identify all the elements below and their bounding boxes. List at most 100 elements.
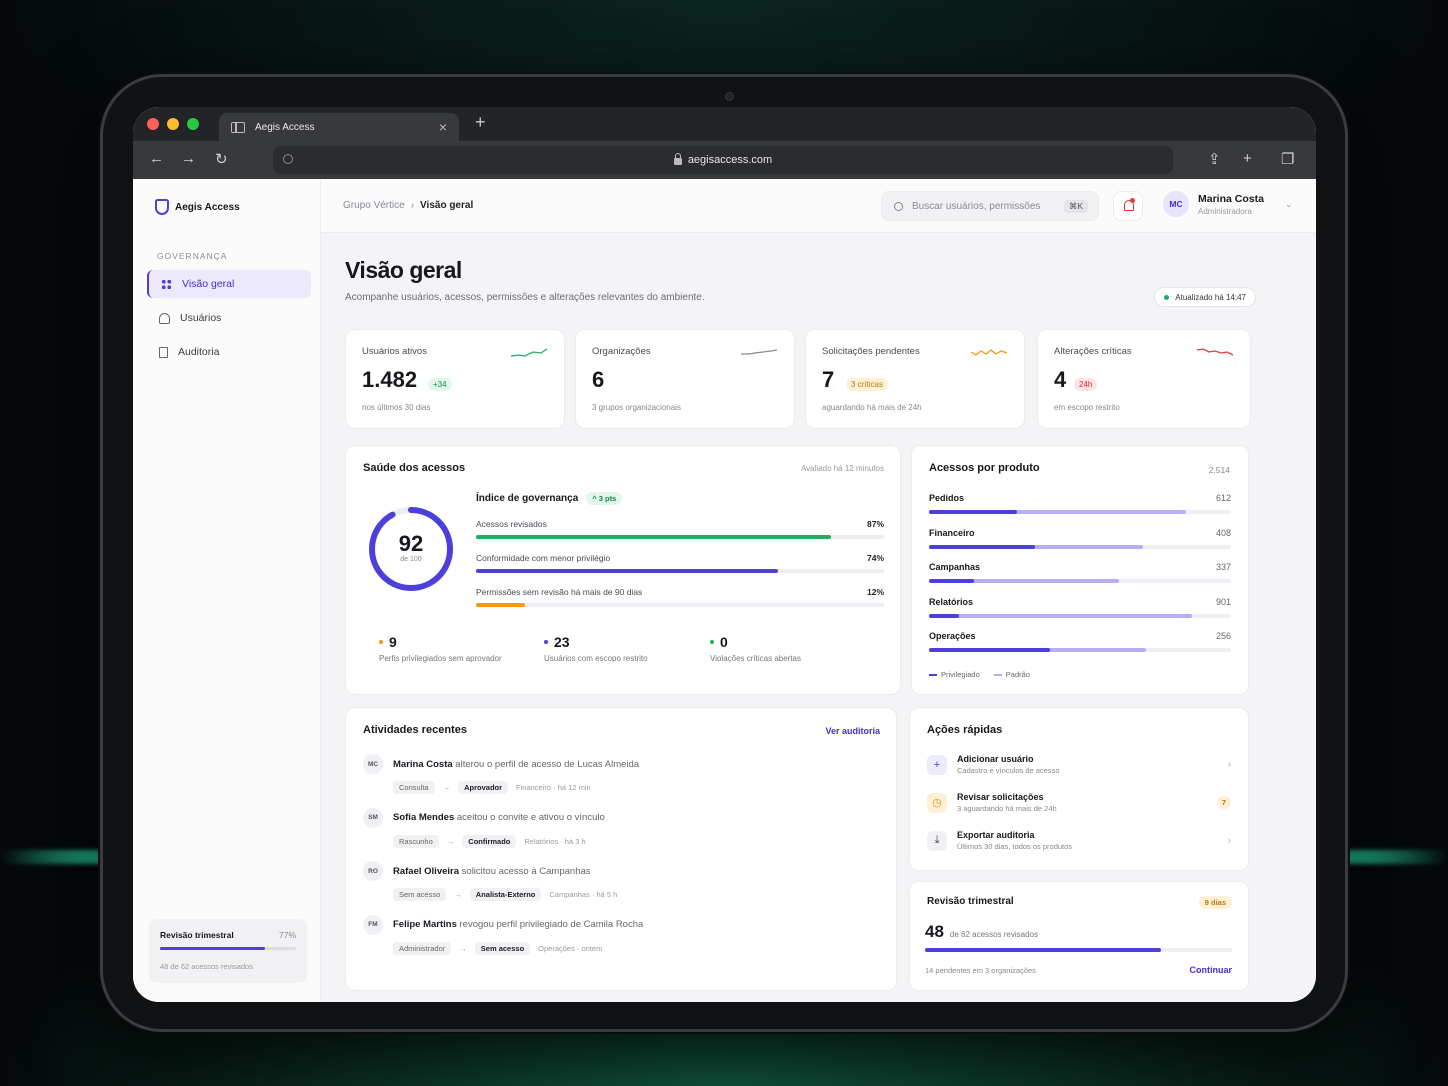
- product-row[interactable]: Relatórios 901: [929, 597, 1231, 618]
- close-tab-icon[interactable]: ×: [439, 119, 447, 135]
- download-icon: ⤓: [927, 830, 947, 851]
- kpi-card[interactable]: Solicitações pendentes 7 aguardando há m…: [805, 329, 1025, 429]
- evaluated-time: Avaliado há 12 minutos: [800, 464, 884, 473]
- breadcrumb: Grupo Vértice › Visão geral: [343, 200, 473, 211]
- privileged-bar: [929, 510, 1017, 514]
- kpi-value: 6: [592, 367, 605, 392]
- product-bar: [929, 544, 1231, 549]
- card-title: Ações rápidas: [927, 724, 1003, 736]
- avatar: FM: [363, 914, 383, 935]
- legend-item: Privilegiado: [929, 670, 980, 679]
- view-audit-link[interactable]: Ver auditoria: [825, 726, 880, 736]
- product-name: Financeiro: [929, 527, 975, 538]
- browser-nav-bar: ← → ↻ aegisaccess.com ⇪ + ❐: [133, 141, 1316, 179]
- kpi-sub: em escopo restrito: [1054, 403, 1120, 412]
- quick-actions-card: Ações rápidas + Adicionar usuário Cadastr…: [909, 707, 1249, 871]
- governance-score: 92: [398, 531, 424, 556]
- governance-score-of: de 100: [400, 556, 422, 563]
- maximize-window-button[interactable]: [187, 118, 199, 130]
- activity-item[interactable]: SM Sofia Mendes aceitou o convite e ativo…: [363, 807, 883, 848]
- kpi-card[interactable]: Organizações 6 3 grupos organizacionais: [575, 329, 795, 429]
- tablet-frame: Aegis Access × + ← → ↻ aegisaccess.com ⇪…: [100, 74, 1348, 1032]
- sidebar-item-users[interactable]: Usuários: [147, 304, 311, 332]
- product-bar: [929, 613, 1231, 618]
- page-subtitle: Acompanhe usuários, acessos, permissões …: [345, 292, 705, 303]
- activity-user: Rafael Oliveira: [393, 865, 460, 877]
- sidebar-item-label: Usuários: [180, 312, 222, 324]
- product-name: Operações: [929, 631, 976, 641]
- user-name: Marina Costa: [1198, 192, 1264, 205]
- sidebar-section-title: GOVERNANÇA: [157, 251, 228, 261]
- search-placeholder: Buscar usuários, permissões: [912, 200, 1041, 212]
- summary-stat: 9 Perfis privilegiados sem aprovador: [379, 634, 502, 663]
- quick-action-item[interactable]: ⤓ Exportar auditoria Últimos 30 dias, tod…: [927, 830, 1231, 851]
- sidebar-review-card[interactable]: Revisão trimestral 77% 48 de 62 acessos …: [149, 919, 307, 983]
- privileged-bar: [929, 544, 1035, 549]
- user-role: Administradora: [1198, 206, 1252, 216]
- review-subtitle: 48 de 62 acessos revisados: [160, 962, 253, 971]
- arrow-right-icon: →: [454, 890, 462, 899]
- sidebar-item-overview[interactable]: Visão geral: [147, 270, 311, 298]
- privileged-bar: [929, 648, 1050, 652]
- activity-item[interactable]: RO Rafael Oliveira solicitou acesso à Cam…: [363, 861, 883, 901]
- address-bar[interactable]: aegisaccess.com: [273, 146, 1173, 174]
- product-row[interactable]: Pedidos 612: [929, 493, 1231, 514]
- product-row[interactable]: Financeiro 408: [929, 528, 1231, 549]
- breadcrumb-root[interactable]: Grupo Vértice: [343, 200, 405, 211]
- metric-label: Acessos revisados: [476, 519, 547, 529]
- activity-text: alterou o perfil de acesso de Lucas Alme…: [455, 758, 640, 770]
- reload-icon[interactable]: ↻: [215, 150, 228, 168]
- notifications-button[interactable]: [1113, 191, 1143, 221]
- quick-action-item[interactable]: + Adicionar usuário Cadastro e vínculos d…: [927, 754, 1231, 775]
- standard-bar: [929, 613, 1192, 618]
- tab-title: Aegis Access: [255, 121, 315, 133]
- quarterly-progress-bar: [925, 948, 1232, 952]
- stat-value: 9: [389, 634, 397, 650]
- share-icon[interactable]: ⇪: [1208, 150, 1221, 168]
- stat-label: Usuários com escopo restrito: [544, 654, 648, 663]
- product-row[interactable]: Operações 256: [929, 631, 1231, 652]
- continue-link[interactable]: Continuar: [1190, 965, 1233, 975]
- user-menu[interactable]: MC Marina Costa Administradora ⌄: [1163, 191, 1292, 217]
- quick-action-title: Adicionar usuário: [957, 754, 1034, 764]
- review-title: Revisão trimestral: [160, 930, 234, 940]
- new-tab-icon[interactable]: +: [475, 112, 486, 133]
- summary-stat: 0 Violações críticas abertas: [710, 634, 801, 663]
- sparkline: [1196, 348, 1234, 356]
- sidebar-toggle-icon[interactable]: [231, 121, 245, 133]
- activity-item[interactable]: MC Marina Costa alterou o perfil de acess…: [363, 754, 883, 794]
- brand-logo[interactable]: Aegis Access: [155, 199, 240, 215]
- activity-meta: Relatórios · há 3 h: [524, 836, 586, 846]
- metric-row: Permissões sem revisão há mais de 90 dia…: [476, 587, 884, 607]
- tabs-overview-icon[interactable]: ❐: [1281, 150, 1294, 168]
- back-icon[interactable]: ←: [149, 150, 164, 167]
- stat-value: 23: [554, 634, 570, 650]
- search-input[interactable]: Buscar usuários, permissões ⌘K: [881, 191, 1099, 221]
- activity-item[interactable]: FM Felipe Martins revogou perfil privileg…: [363, 914, 883, 955]
- browser-tab[interactable]: Aegis Access ×: [219, 113, 459, 141]
- breadcrumb-current: Visão geral: [420, 200, 474, 211]
- from-chip: Sem acesso: [393, 888, 447, 901]
- close-window-button[interactable]: [147, 118, 159, 130]
- shield-icon: [155, 199, 169, 215]
- notification-dot: [1130, 198, 1135, 203]
- add-icon[interactable]: +: [1243, 150, 1252, 167]
- forward-icon[interactable]: →: [181, 150, 196, 167]
- activity-meta: Operações · ontem: [538, 943, 603, 953]
- sidebar-item-audit[interactable]: Auditoria: [147, 338, 311, 366]
- activity-meta: Financeiro · há 12 min: [516, 783, 591, 792]
- quick-action-item[interactable]: ◷ Revisar solicitações 3 aguardando há ma…: [927, 792, 1231, 813]
- grid-icon: [161, 278, 172, 290]
- legend-item: Padrão: [993, 670, 1030, 679]
- lock-icon: [673, 152, 682, 165]
- page-title: Visão geral: [345, 257, 462, 283]
- app: Aegis Access GOVERNANÇA Visão geral Usuá…: [133, 179, 1316, 1002]
- kpi-card[interactable]: Usuários ativos 1.482 nos últimos 30 dia…: [345, 329, 565, 429]
- activity-meta: Campanhas · há 5 h: [549, 890, 618, 899]
- product-value: 612: [1215, 493, 1231, 503]
- minimize-window-button[interactable]: [167, 118, 179, 130]
- product-row[interactable]: Campanhas 337: [929, 562, 1231, 583]
- kpi-card[interactable]: Alterações críticas 4 em escopo restrito…: [1037, 329, 1251, 429]
- metric-progress-bar: [476, 603, 884, 607]
- users-icon: [159, 312, 170, 324]
